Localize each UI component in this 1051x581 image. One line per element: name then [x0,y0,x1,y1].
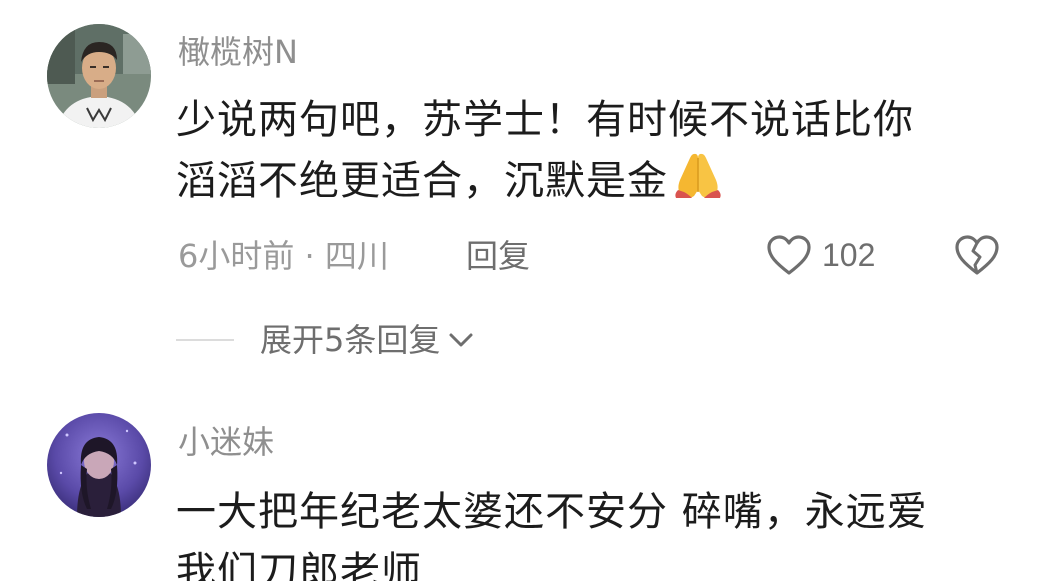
username[interactable]: 橄榄树N [178,32,298,72]
comment-text-line: 我们刀郎老师 [176,549,422,581]
broken-heart-icon [955,235,999,275]
comment-text: 一大把年纪老太婆还不安分 碎嘴，永远爱 我们刀郎老师 [176,482,928,581]
comment-list: 橄榄树N 少说两句吧，苏学士！有时候不说话比你 滔滔不绝更适合，沉默是金 6小时… [0,0,1051,581]
avatar[interactable] [47,24,151,128]
dislike-button[interactable] [954,234,1000,280]
heart-icon [767,235,811,275]
avatar-photo [47,413,151,517]
username[interactable]: 小迷妹 [178,422,274,462]
expand-replies-label: 展开5条回复 [260,321,441,359]
praying-hands-icon [670,150,726,217]
reply-button[interactable]: 回复 [466,236,530,276]
comment-text: 少说两句吧，苏学士！有时候不说话比你 滔滔不绝更适合，沉默是金 [176,90,914,217]
comment-text-line: 滔滔不绝更适合，沉默是金 [176,150,914,217]
like-count: 102 [822,237,876,273]
comment-text-line: 少说两句吧，苏学士！有时候不说话比你 [176,97,914,143]
comment-text-segment: 滔滔不绝更适合，沉默是金 [176,158,668,204]
comment-text-line: 一大把年纪老太婆还不安分 碎嘴，永远爱 [176,489,928,535]
like-button[interactable]: 102 [766,234,875,276]
avatar-photo [47,24,151,128]
comment-time-location: 6小时前 · 四川 [178,237,389,275]
avatar[interactable] [47,413,151,517]
divider [176,339,234,341]
chevron-down-icon [449,333,473,347]
expand-replies-button[interactable]: 展开5条回复 [176,320,474,360]
